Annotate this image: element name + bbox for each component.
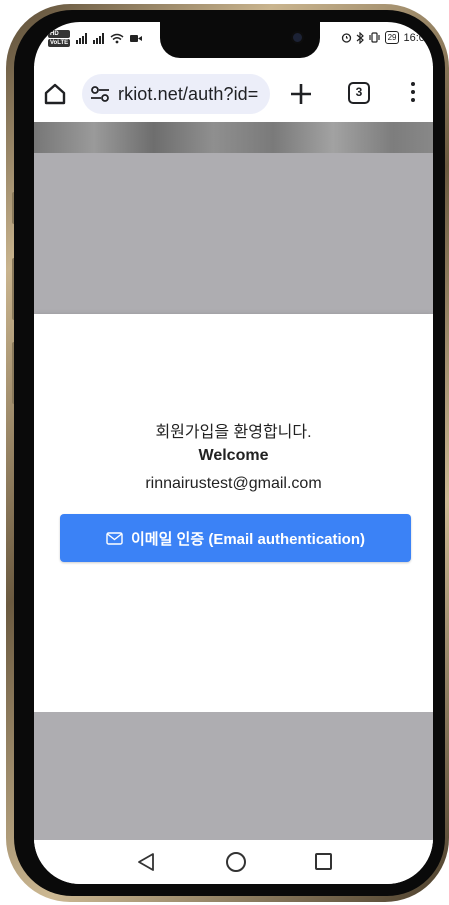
page-content: 회원가입을 환영합니다. Welcome rinnairustest@gmail… bbox=[34, 122, 433, 840]
signal-icon bbox=[76, 33, 88, 44]
system-nav-bar bbox=[34, 840, 433, 884]
wifi-icon bbox=[110, 33, 124, 44]
hd-tag: HD bbox=[48, 30, 71, 38]
home-nav-icon[interactable] bbox=[226, 852, 246, 872]
volte-tag: VoLTE bbox=[48, 39, 71, 47]
mail-icon bbox=[106, 531, 123, 545]
background-image bbox=[34, 122, 433, 153]
status-right: 29 16:05 bbox=[341, 31, 431, 44]
welcome-text-korean: 회원가입을 환영합니다. bbox=[155, 424, 312, 441]
welcome-text-english: Welcome bbox=[198, 447, 269, 464]
notch bbox=[160, 22, 320, 58]
video-icon bbox=[130, 35, 143, 42]
alarm-icon bbox=[341, 33, 351, 43]
battery-icon: 29 bbox=[384, 31, 400, 44]
bluetooth-icon bbox=[356, 31, 364, 44]
screen: HD VoLTE 29 16:05 rkiot.net/auth?id= 3 회… bbox=[34, 22, 433, 884]
email-authentication-button[interactable]: 이메일 인증 (Email authentication) bbox=[60, 514, 411, 562]
front-camera bbox=[291, 31, 304, 44]
welcome-dialog: 회원가입을 환영합니다. Welcome rinnairustest@gmail… bbox=[34, 314, 433, 712]
more-menu-icon[interactable] bbox=[410, 82, 416, 104]
status-left: HD VoLTE bbox=[48, 30, 143, 47]
new-tab-icon[interactable] bbox=[288, 81, 314, 107]
modal-backdrop-top bbox=[34, 153, 433, 314]
recent-apps-icon[interactable] bbox=[315, 853, 332, 870]
site-settings-icon[interactable] bbox=[90, 85, 110, 103]
browser-toolbar: rkiot.net/auth?id= 3 bbox=[34, 66, 433, 122]
user-email: rinnairustest@gmail.com bbox=[145, 475, 322, 492]
signal-icon-2 bbox=[93, 33, 105, 44]
modal-backdrop-bottom bbox=[34, 712, 433, 840]
clock: 16:05 bbox=[403, 31, 431, 44]
tab-switcher-button[interactable]: 3 bbox=[348, 82, 370, 104]
url-bar[interactable]: rkiot.net/auth?id= bbox=[82, 74, 270, 114]
back-icon[interactable] bbox=[137, 852, 155, 872]
email-authentication-label: 이메일 인증 (Email authentication) bbox=[130, 530, 365, 548]
vibrate-icon bbox=[368, 32, 380, 43]
home-icon[interactable] bbox=[42, 81, 68, 107]
url-text: rkiot.net/auth?id= bbox=[118, 84, 259, 104]
